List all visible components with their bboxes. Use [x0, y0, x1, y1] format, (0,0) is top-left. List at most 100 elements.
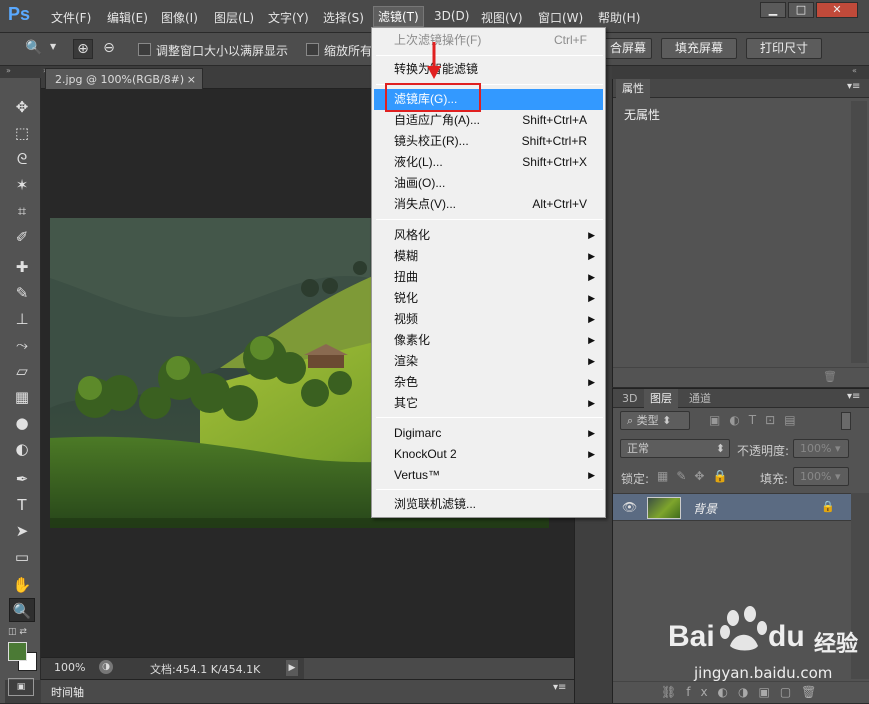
- close-button[interactable]: ✕: [816, 2, 858, 18]
- close-tab-icon[interactable]: ×: [187, 69, 196, 90]
- panel-menu-icon[interactable]: ▾≡: [847, 391, 860, 402]
- panel-collapse-icon[interactable]: »: [0, 66, 41, 78]
- print-size-button[interactable]: 打印尺寸: [746, 38, 822, 59]
- tab-layers[interactable]: 图层: [644, 389, 678, 408]
- menu-item-blur[interactable]: 模糊 ▶: [374, 246, 603, 267]
- zoom-tool-icon[interactable]: 🔍: [25, 40, 42, 56]
- pen-tool-icon[interactable]: ✒: [9, 467, 35, 491]
- opacity-field[interactable]: 100% ▾: [793, 439, 849, 458]
- healing-brush-tool-icon[interactable]: ✚: [9, 255, 35, 279]
- menu-select[interactable]: 选择(S): [323, 9, 364, 26]
- eraser-tool-icon[interactable]: ▱: [9, 359, 35, 383]
- collapse-icon[interactable]: «: [852, 66, 857, 75]
- tab-properties[interactable]: 属性: [616, 79, 650, 98]
- menu-item-vertus[interactable]: Vertus™ ▶: [374, 465, 603, 486]
- foreground-color-swatch[interactable]: [8, 642, 27, 661]
- menu-item-stylize[interactable]: 风格化 ▶: [374, 225, 603, 246]
- hand-tool-icon[interactable]: ✋: [9, 573, 35, 597]
- menu-item-vanishing-point[interactable]: 消失点(V)... Alt+Ctrl+V: [374, 194, 603, 215]
- panel-menu-icon[interactable]: ▾≡: [847, 81, 860, 92]
- screen-mode-icon[interactable]: ▣: [8, 678, 34, 696]
- menu-item-noise[interactable]: 杂色 ▶: [374, 372, 603, 393]
- menu-edit[interactable]: 编辑(E): [107, 9, 148, 26]
- menu-layer[interactable]: 图层(L): [214, 9, 254, 26]
- menu-item-knockout[interactable]: KnockOut 2 ▶: [374, 444, 603, 465]
- video-label: 视频: [394, 312, 419, 326]
- dodge-tool-icon[interactable]: ◐: [9, 437, 35, 461]
- tab-3d[interactable]: 3D: [616, 389, 643, 408]
- rectangle-tool-icon[interactable]: ▭: [9, 545, 35, 569]
- status-info-icon[interactable]: ◑: [99, 660, 113, 674]
- path-selection-tool-icon[interactable]: ➤: [9, 519, 35, 543]
- liquify-label: 液化(L)...: [394, 155, 443, 169]
- blur-tool-icon[interactable]: ●: [9, 411, 35, 435]
- menu-item-liquify[interactable]: 液化(L)... Shift+Ctrl+X: [374, 152, 603, 173]
- horizontal-scrollbar[interactable]: [304, 658, 574, 679]
- zoom-all-windows-checkbox[interactable]: [306, 43, 319, 56]
- distort-label: 扭曲: [394, 270, 419, 284]
- menu-item-adaptive-wide-angle[interactable]: 自适应广角(A)... Shift+Ctrl+A: [374, 110, 603, 131]
- magic-wand-tool-icon[interactable]: ✶: [9, 173, 35, 197]
- fill-screen-button[interactable]: 填充屏幕: [661, 38, 737, 59]
- menu-item-digimarc[interactable]: Digimarc ▶: [374, 423, 603, 444]
- layer-name[interactable]: 背景: [693, 500, 717, 517]
- blend-mode-dropdown[interactable]: 正常 ⬍: [620, 439, 730, 458]
- menu-view[interactable]: 视图(V): [481, 9, 523, 26]
- menu-item-pixelate[interactable]: 像素化 ▶: [374, 330, 603, 351]
- crop-tool-icon[interactable]: ⌗: [9, 199, 35, 223]
- eye-visibility-icon[interactable]: 👁: [622, 500, 637, 514]
- clone-stamp-tool-icon[interactable]: ⊥: [9, 307, 35, 331]
- menu-3d[interactable]: 3D(D): [434, 9, 469, 23]
- menu-item-render[interactable]: 渲染 ▶: [374, 351, 603, 372]
- menu-filter[interactable]: 滤镜(T): [373, 6, 424, 27]
- chevron-down-icon[interactable]: ▼: [50, 42, 56, 51]
- panel-menu-icon[interactable]: ▾≡: [553, 682, 566, 693]
- default-colors-icon[interactable]: ◫ ⇄: [8, 627, 27, 637]
- layer-row-background[interactable]: 👁 背景 🔒: [613, 493, 851, 521]
- menu-item-video[interactable]: 视频 ▶: [374, 309, 603, 330]
- fit-screen-button[interactable]: 合屏幕: [600, 38, 652, 59]
- filter-kind-dropdown[interactable]: ⌕ 类型 ⬍: [620, 411, 690, 430]
- menu-item-sharpen[interactable]: 锐化 ▶: [374, 288, 603, 309]
- menu-type[interactable]: 文字(Y): [268, 9, 309, 26]
- filter-toggle[interactable]: [841, 412, 851, 430]
- menu-item-convert-smart-filters[interactable]: 转换为智能滤镜: [374, 59, 603, 80]
- trash-icon[interactable]: 🗑: [823, 370, 837, 383]
- menu-item-distort[interactable]: 扭曲 ▶: [374, 267, 603, 288]
- zoom-in-icon[interactable]: ⊕: [73, 39, 93, 59]
- minimize-button[interactable]: ▁: [760, 2, 786, 18]
- gradient-tool-icon[interactable]: ▦: [9, 385, 35, 409]
- marquee-tool-icon[interactable]: ⬚: [9, 121, 35, 145]
- resize-windows-checkbox[interactable]: [138, 43, 151, 56]
- blur-label: 模糊: [394, 249, 419, 263]
- history-brush-tool-icon[interactable]: ⤳: [9, 333, 35, 357]
- menu-item-oil-paint[interactable]: 油画(O)...: [374, 173, 603, 194]
- menu-image[interactable]: 图像(I): [161, 9, 198, 26]
- zoom-level[interactable]: 100%: [54, 661, 85, 674]
- maximize-button[interactable]: □: [788, 2, 814, 18]
- timeline-tab[interactable]: 时间轴: [51, 684, 84, 700]
- other-label: 其它: [394, 396, 419, 410]
- brush-tool-icon[interactable]: ✎: [9, 281, 35, 305]
- lock-icons[interactable]: ▦✎✥🔒: [657, 469, 735, 483]
- zoom-out-icon[interactable]: ⊖: [99, 39, 119, 59]
- move-tool-icon[interactable]: ✥: [9, 95, 35, 119]
- type-tool-icon[interactable]: T: [9, 493, 35, 517]
- tab-channels[interactable]: 通道: [683, 389, 717, 408]
- lasso-tool-icon[interactable]: ᘓ: [9, 147, 35, 171]
- document-tab[interactable]: 2.jpg @ 100%(RGB/8#) ×: [45, 68, 203, 89]
- menu-item-browse-filters-online[interactable]: 浏览联机滤镜...: [374, 494, 603, 515]
- layer-filter-icons[interactable]: ▣◐T⊡▤: [709, 413, 805, 427]
- fill-label: 填充:: [760, 472, 789, 486]
- zoom-tool-icon[interactable]: 🔍: [9, 598, 35, 622]
- submenu-arrow-icon: ▶: [588, 314, 595, 324]
- fill-field[interactable]: 100% ▾: [793, 467, 849, 486]
- eyedropper-tool-icon[interactable]: ✐: [9, 225, 35, 249]
- properties-scrollbar[interactable]: [851, 101, 867, 363]
- menu-file[interactable]: 文件(F): [51, 9, 91, 26]
- menu-item-other[interactable]: 其它 ▶: [374, 393, 603, 414]
- status-menu-arrow-icon[interactable]: ▶: [286, 660, 298, 676]
- menu-help[interactable]: 帮助(H): [598, 9, 640, 26]
- menu-item-lens-correction[interactable]: 镜头校正(R)... Shift+Ctrl+R: [374, 131, 603, 152]
- menu-window[interactable]: 窗口(W): [538, 9, 583, 26]
